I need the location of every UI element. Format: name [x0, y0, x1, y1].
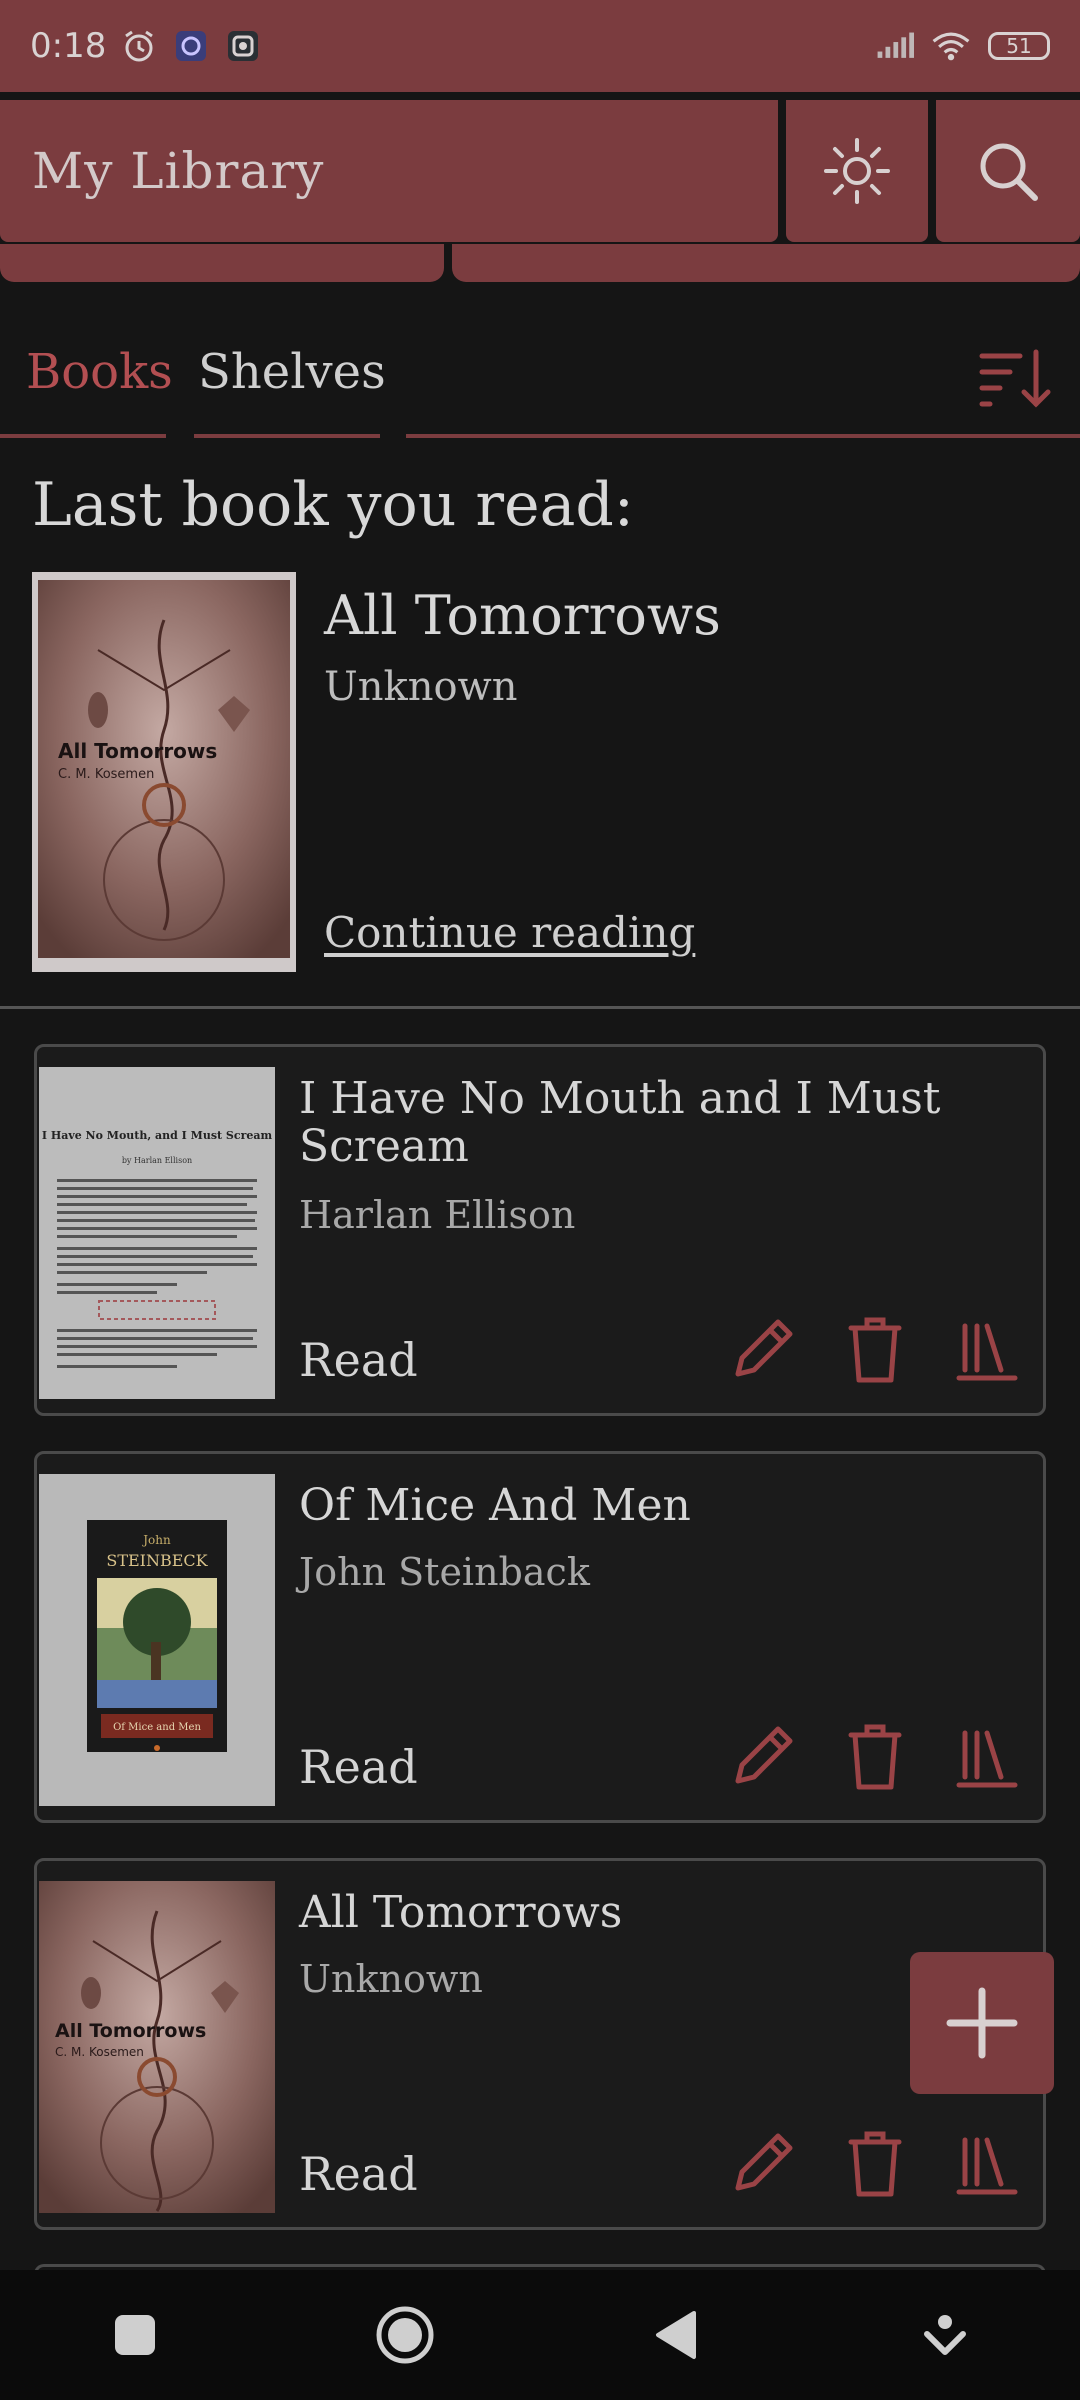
alarm-icon — [120, 27, 158, 65]
signal-icon — [876, 27, 914, 65]
tab-divider — [406, 434, 1080, 438]
cover-author: John — [141, 1533, 171, 1547]
home-circle-icon — [376, 2306, 434, 2364]
search-button[interactable] — [936, 100, 1080, 242]
edit-button[interactable] — [727, 1716, 799, 1796]
delete-button[interactable] — [839, 1309, 911, 1389]
theme-toggle-button[interactable] — [786, 100, 928, 242]
trash-icon — [848, 2131, 902, 2197]
app-bar: My Library — [0, 92, 1080, 242]
assistant-button[interactable] — [900, 2290, 990, 2380]
book-card[interactable]: I Have No Mouth, and I Must Scream by Ha… — [34, 1044, 1046, 1416]
cover-title: All Tomorrows — [58, 739, 217, 763]
last-read-cover[interactable]: All Tomorrows C. M. Kosemen — [32, 572, 296, 972]
book-card[interactable]: John STEINBECK Of Mice and Men Of Mice A… — [34, 1451, 1046, 1823]
battery-indicator: 51 — [988, 32, 1050, 60]
sun-icon — [824, 138, 890, 204]
book-author: Harlan Ellison — [299, 1193, 576, 1237]
cover-author: by Harlan Ellison — [122, 1156, 192, 1165]
app-bar-strip — [0, 244, 444, 282]
book-author: Unknown — [299, 1957, 483, 2001]
messenger-icon — [172, 27, 210, 65]
book-author: John Steinback — [299, 1550, 590, 1594]
search-icon — [980, 143, 1038, 201]
app-bar-strip — [452, 244, 1080, 282]
battery-level: 51 — [1006, 34, 1032, 58]
back-button[interactable] — [630, 2290, 720, 2380]
pencil-icon — [735, 1726, 793, 1784]
section-divider — [0, 1006, 1080, 1009]
wifi-icon — [932, 27, 970, 65]
shelf-icon — [956, 1323, 1018, 1381]
pencil-icon — [735, 2133, 793, 2191]
add-to-shelf-button[interactable] — [951, 2123, 1023, 2203]
cover-title: I Have No Mouth, and I Must Scream — [42, 1129, 273, 1142]
tab-books[interactable]: Books — [26, 344, 173, 400]
read-button[interactable]: Read — [299, 1333, 418, 1387]
book-cover[interactable]: John STEINBECK Of Mice and Men — [39, 1474, 275, 1806]
pencil-icon — [735, 1319, 793, 1377]
book-actions — [727, 2123, 1023, 2203]
shelf-icon — [956, 1730, 1018, 1788]
home-button[interactable] — [360, 2290, 450, 2380]
delete-button[interactable] — [839, 1716, 911, 1796]
last-read-author: Unknown — [324, 664, 518, 710]
read-button[interactable]: Read — [299, 1740, 418, 1794]
tab-bar: Books Shelves — [0, 320, 1080, 440]
status-bar: 0:18 51 — [0, 0, 1080, 92]
status-time: 0:18 — [30, 26, 107, 66]
tab-shelves[interactable]: Shelves — [198, 344, 386, 400]
plus-icon — [946, 1987, 1018, 2059]
cover-title: All Tomorrows — [55, 2020, 206, 2042]
tab-divider — [194, 434, 380, 438]
book-card[interactable]: All Tomorrows C. M. Kosemen All Tomorrow… — [34, 1858, 1046, 2230]
book-title: I Have No Mouth and I Must Scream — [299, 1073, 941, 1172]
tab-indicator — [0, 434, 166, 438]
recents-button[interactable] — [90, 2290, 180, 2380]
system-nav-bar — [0, 2270, 1080, 2400]
book-title: All Tomorrows — [299, 1887, 623, 1938]
sort-button[interactable] — [976, 342, 1056, 412]
book-actions — [727, 1309, 1023, 1389]
continue-reading-link[interactable]: Continue reading — [324, 908, 695, 957]
back-triangle-icon — [656, 2311, 696, 2359]
edit-button[interactable] — [727, 2123, 799, 2203]
book-cover[interactable]: All Tomorrows C. M. Kosemen — [39, 1881, 275, 2213]
trash-icon — [848, 1724, 902, 1790]
book-actions — [727, 1716, 1023, 1796]
cover-title: Of Mice and Men — [113, 1722, 201, 1733]
delete-button[interactable] — [839, 2123, 911, 2203]
square-icon — [115, 2315, 155, 2355]
cover-author: C. M. Kosemen — [58, 767, 154, 782]
cover-name: STEINBECK — [106, 1551, 208, 1570]
read-button[interactable]: Read — [299, 2147, 418, 2201]
trash-icon — [848, 1317, 902, 1383]
edit-button[interactable] — [727, 1309, 799, 1389]
last-read-heading: Last book you read: — [32, 470, 634, 540]
last-read-title: All Tomorrows — [324, 584, 721, 647]
add-book-button[interactable] — [910, 1952, 1054, 2094]
book-title: Of Mice And Men — [299, 1480, 691, 1531]
cover-author: C. M. Kosemen — [55, 2045, 144, 2059]
add-to-shelf-button[interactable] — [951, 1716, 1023, 1796]
sort-icon — [979, 349, 1051, 408]
book-cover[interactable]: I Have No Mouth, and I Must Scream by Ha… — [39, 1067, 275, 1399]
title-container: My Library — [0, 100, 778, 242]
camera-app-icon — [224, 27, 262, 65]
shelf-icon — [956, 2137, 1018, 2195]
page-title: My Library — [32, 142, 325, 200]
assistant-arrow-icon — [924, 2315, 966, 2355]
add-to-shelf-button[interactable] — [951, 1309, 1023, 1389]
